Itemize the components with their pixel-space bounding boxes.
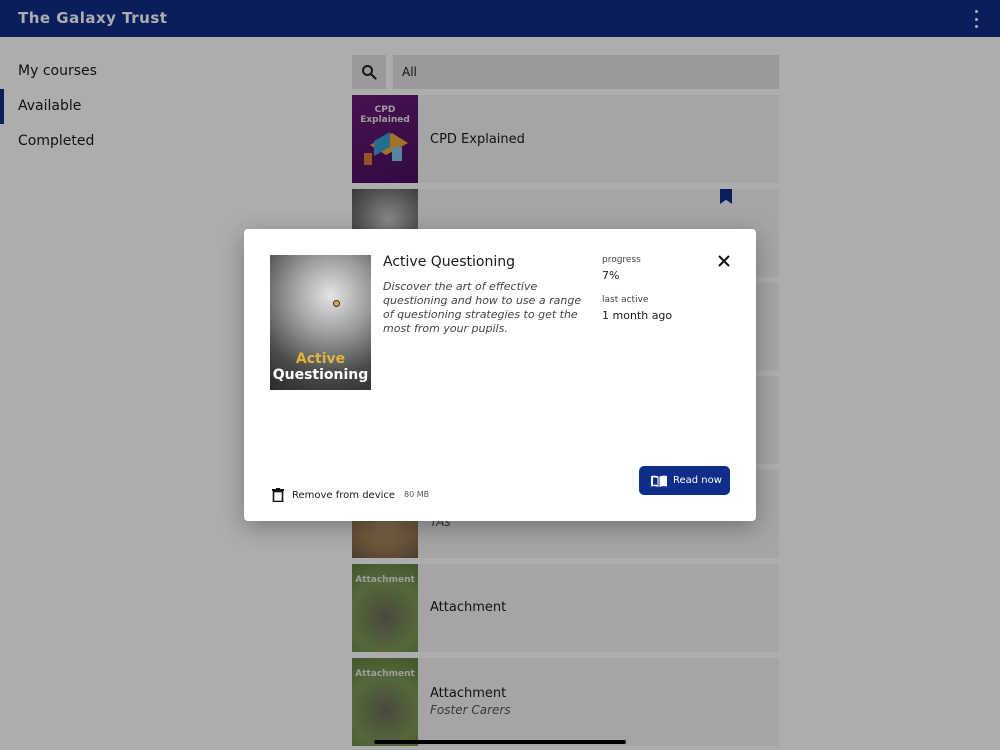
dialog-description: Discover the art of effective questionin… <box>383 280 582 335</box>
progress-value: 7% <box>602 269 620 282</box>
course-cover-image: Active Questioning <box>270 255 371 390</box>
last-active-value: 1 month ago <box>602 309 673 322</box>
remove-from-device-button[interactable]: Remove from device <box>272 487 395 503</box>
trash-icon <box>272 488 284 502</box>
parrot-eye <box>333 300 340 307</box>
read-now-button[interactable]: Read now <box>639 466 730 495</box>
cover-title-line1: Active <box>295 351 346 367</box>
download-size: 80 MB <box>404 490 430 499</box>
progress-label: progress <box>602 255 641 265</box>
close-icon[interactable] <box>716 253 732 269</box>
book-open-icon <box>651 475 667 487</box>
last-active-label: last active <box>602 295 649 305</box>
read-now-label: Read now <box>673 475 722 486</box>
course-detail-dialog: Active Questioning Active Questioning Di… <box>244 229 756 521</box>
home-indicator[interactable] <box>374 740 626 744</box>
dialog-title: Active Questioning <box>383 254 516 270</box>
remove-from-device-label: Remove from device <box>292 489 396 501</box>
cover-title-line2: Questioning <box>272 367 369 383</box>
